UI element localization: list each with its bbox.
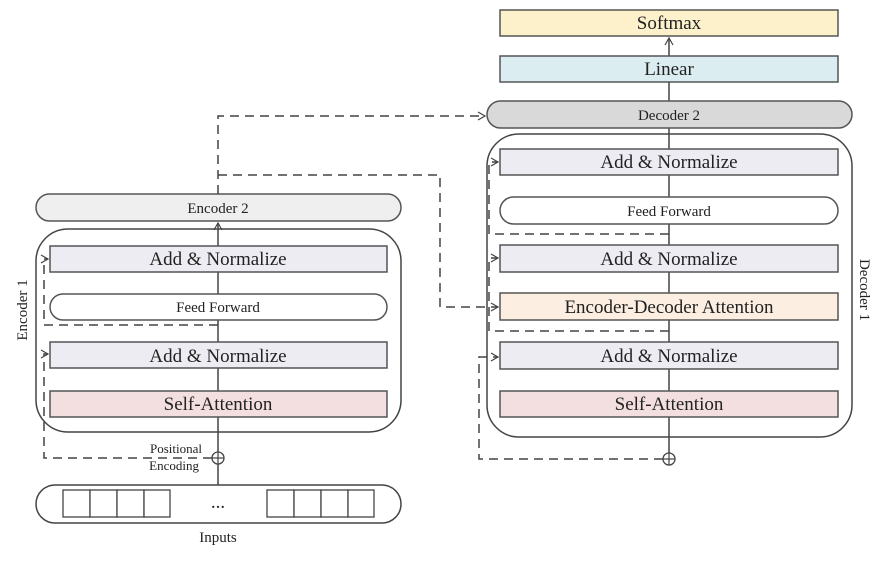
input-tokens-left — [62, 489, 171, 518]
decoder-add-norm-bottom-label: Add & Normalize — [600, 346, 737, 367]
encoder-add-norm-bottom-label: Add & Normalize — [149, 346, 286, 367]
encoder-to-decoder2-connection — [217, 111, 487, 194]
softmax-label: Softmax — [637, 13, 702, 34]
encoder-decoder-attention-label: Encoder-Decoder Attention — [564, 297, 774, 318]
encoder-feed-forward-label: Feed Forward — [176, 300, 260, 316]
linear-label: Linear — [644, 59, 694, 80]
inputs-ellipsis: ... — [211, 492, 225, 513]
encoder2-label: Encoder 2 — [187, 201, 248, 217]
input-tokens-right — [266, 489, 375, 518]
encoder-self-attention-label: Self-Attention — [164, 394, 273, 415]
positional-encoding-line2: Encoding — [149, 458, 199, 473]
encoder-add-circle-icon — [211, 451, 225, 465]
positional-encoding-line1: Positional — [150, 441, 202, 456]
encoder1-label: Encoder 1 — [15, 279, 31, 340]
decoder-feed-forward-label: Feed Forward — [627, 204, 711, 220]
decoder-add-norm-top-label: Add & Normalize — [600, 152, 737, 173]
decoder2-label: Decoder 2 — [638, 108, 700, 124]
decoder: Softmax Linear Decoder 2 Add & Normalize… — [478, 9, 872, 466]
encoder: Encoder 2 Add & Normalize Feed Forward A… — [15, 193, 402, 546]
encoder-add-norm-top-label: Add & Normalize — [149, 249, 286, 270]
inputs-label: Inputs — [199, 530, 237, 546]
decoder1-label: Decoder 1 — [856, 259, 872, 321]
transformer-diagram: Softmax Linear Decoder 2 Add & Normalize… — [15, 9, 872, 546]
decoder-add-circle-icon — [662, 452, 676, 466]
decoder-self-attention-label: Self-Attention — [615, 394, 724, 415]
decoder-add-norm-mid-label: Add & Normalize — [600, 249, 737, 270]
